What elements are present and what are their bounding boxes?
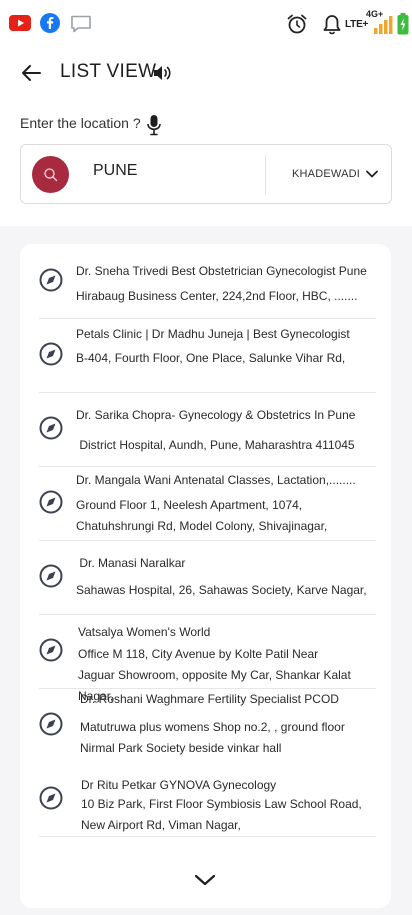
- divider: [39, 466, 376, 467]
- status-bar: LTE+ 4G+: [0, 0, 412, 40]
- navigation-icon[interactable]: [39, 638, 63, 662]
- speaker-icon[interactable]: [152, 63, 172, 83]
- battery-icon: [397, 13, 409, 35]
- doctor-name: Vatsalya Women's World: [78, 625, 211, 639]
- doctor-name: Dr. Sneha Trivedi Best Obstetrician Gyne…: [76, 264, 367, 278]
- navigation-icon[interactable]: [39, 712, 63, 736]
- doctor-name: Petals Clinic | Dr Madhu Juneja | Best G…: [76, 327, 350, 341]
- doctor-name: Dr. Sarika Chopra- Gynecology & Obstetri…: [76, 408, 356, 422]
- lte-label: LTE+: [345, 19, 369, 30]
- divider: [39, 614, 376, 615]
- navigation-icon[interactable]: [39, 564, 63, 588]
- location-search-box: PUNE KHADEWADI: [20, 144, 392, 204]
- divider: [39, 318, 376, 319]
- doctor-name: Dr. Manasi Naralkar: [76, 556, 186, 570]
- navigation-icon[interactable]: [39, 786, 63, 810]
- header: LIST VIEW Enter the location ? PUNE KHAD…: [0, 40, 412, 226]
- divider: [39, 540, 376, 541]
- doctor-name: Dr. Mangala Wani Antenatal Classes, Lact…: [76, 473, 356, 487]
- microphone-icon[interactable]: [146, 114, 162, 136]
- alarm-icon: [287, 14, 307, 34]
- doctor-address: District Hospital, Aundh, Pune, Maharash…: [76, 438, 355, 452]
- divider: [265, 155, 266, 195]
- doctor-name: Dr. Roshani Waghmare Fertility Specialis…: [80, 692, 339, 706]
- chat-icon: [71, 15, 91, 33]
- location-label: Enter the location ?: [20, 115, 141, 131]
- chevron-down-icon[interactable]: [193, 872, 217, 888]
- navigation-icon[interactable]: [39, 268, 63, 292]
- chevron-down-icon[interactable]: [365, 167, 379, 181]
- city-input[interactable]: PUNE: [93, 162, 137, 180]
- navigation-icon[interactable]: [39, 490, 63, 514]
- doctor-address: B-404, Fourth Floor, One Place, Salunke …: [76, 351, 346, 365]
- back-arrow-icon[interactable]: [20, 62, 42, 84]
- doctor-address: Hirabaug Business Center, 224,2nd Floor,…: [76, 289, 358, 303]
- navigation-icon[interactable]: [39, 416, 63, 440]
- doctor-address: 10 Biz Park, First Floor Symbiosis Law S…: [81, 797, 362, 832]
- signal-icon: [374, 16, 393, 34]
- youtube-icon: [9, 15, 31, 31]
- doctor-address: Matutruwa plus womens Shop no.2, , groun…: [80, 720, 345, 755]
- bell-icon: [323, 15, 341, 35]
- navigation-icon[interactable]: [39, 342, 63, 366]
- facebook-icon: [40, 13, 60, 33]
- divider: [39, 688, 376, 689]
- area-dropdown-value[interactable]: KHADEWADI: [292, 168, 360, 180]
- search-button[interactable]: [32, 156, 69, 193]
- divider: [39, 836, 376, 837]
- page-title: LIST VIEW: [60, 61, 157, 82]
- doctor-address: Ground Floor 1, Neelesh Apartment, 1074,…: [76, 498, 328, 533]
- doctor-name: Dr Ritu Petkar GYNOVA Gynecology: [81, 778, 277, 792]
- results-card: Dr. Sneha Trivedi Best Obstetrician Gyne…: [20, 244, 391, 908]
- divider: [39, 392, 376, 393]
- search-icon: [44, 168, 58, 182]
- doctor-address: Sahawas Hospital, 26, Sahawas Society, K…: [76, 583, 367, 597]
